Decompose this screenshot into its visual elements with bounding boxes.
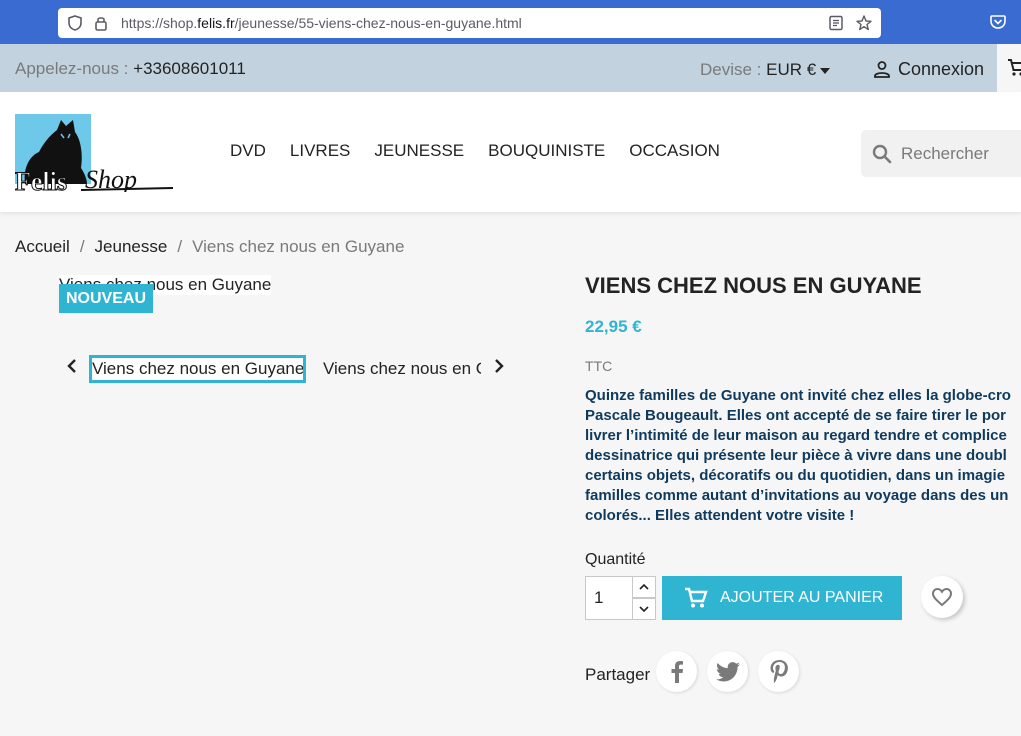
description-line: livrer l’intimité de leur maison au rega… [585, 427, 1007, 444]
breadcrumb-separator: / [177, 237, 183, 256]
chevron-up-icon [639, 583, 649, 590]
user-icon [874, 61, 890, 78]
product-description: Quinze familles de Guyane ont invité che… [585, 386, 1021, 528]
share-facebook-button[interactable] [656, 651, 697, 692]
quantity-decrease-button[interactable] [632, 598, 656, 620]
svg-text:Felis: Felis [15, 167, 67, 192]
share-label: Partager [585, 665, 651, 684]
share-pinterest-button[interactable] [758, 651, 799, 692]
breadcrumb-separator: / [79, 237, 85, 256]
currency-selector[interactable]: Devise : EUR € [700, 60, 831, 80]
pocket-icon[interactable] [989, 13, 1007, 31]
wishlist-button[interactable] [921, 576, 963, 618]
lock-icon[interactable] [92, 14, 110, 32]
search-placeholder: Rechercher [901, 144, 989, 163]
breadcrumb-current: Viens chez nous en Guyane [192, 237, 405, 256]
login-label: Connexion [898, 58, 985, 79]
description-line: dessinatrice qui présente leur pièce à v… [585, 447, 1007, 464]
caret-down-icon[interactable] [820, 67, 831, 74]
address-bar[interactable]: https://shop.felis.fr/jeunesse/55-viens-… [58, 8, 881, 38]
thumbnail[interactable]: Viens chez nous en Guyane [323, 359, 481, 381]
share-twitter-button[interactable] [707, 651, 748, 692]
description-line: colorés... Elles attendent votre visite … [585, 507, 855, 524]
description-line: Quinze familles de Guyane ont invité che… [585, 387, 1011, 404]
login-link[interactable]: Connexion [872, 57, 984, 81]
chevron-right-icon[interactable] [489, 356, 509, 376]
pinterest-icon [770, 659, 788, 683]
product-title: VIENS CHEZ NOUS EN GUYANE [585, 273, 922, 298]
facebook-icon [671, 660, 683, 683]
currency-value[interactable]: EUR € [766, 60, 816, 79]
contact-info: Appelez-nous : +33608601011 [15, 59, 246, 79]
felis-logo-image: Felis Shop [15, 114, 174, 197]
quantity-increase-button[interactable] [632, 576, 656, 598]
phone-number[interactable]: +33608601011 [133, 59, 246, 78]
menu-item-livres[interactable]: LIVRES [290, 141, 350, 161]
top-nav: Appelez-nous : +33608601011 Devise : EUR… [0, 44, 1021, 92]
menu-item-dvd[interactable]: DVD [230, 141, 266, 161]
menu-item-jeunesse[interactable]: JEUNESSE [374, 141, 464, 161]
cart-icon [1008, 59, 1021, 76]
twitter-icon [715, 661, 740, 681]
heart-icon [931, 587, 953, 607]
main-menu: DVD LIVRES JEUNESSE BOUQUINISTE OCCASION [230, 141, 744, 161]
quantity-input[interactable]: 1 [585, 576, 633, 620]
site-logo[interactable]: Felis Shop [15, 114, 175, 197]
search-input[interactable]: Rechercher [861, 130, 1021, 177]
cart-button[interactable] [997, 44, 1021, 92]
shield-icon[interactable] [66, 14, 84, 32]
thumbnail-carousel: Viens chez nous en Guyane Viens chez nou… [60, 352, 510, 384]
add-to-cart-button[interactable]: Ajouter au panier [662, 576, 902, 620]
menu-item-occasion[interactable]: OCCASION [629, 141, 720, 161]
quantity-label: Quantité [585, 551, 646, 568]
call-label: Appelez-nous : [15, 59, 129, 78]
breadcrumb-category[interactable]: Jeunesse [95, 237, 168, 257]
product-price: 22,95 € [585, 317, 642, 336]
description-line: familles comme autant d’invitations au v… [585, 487, 1009, 504]
svg-text:Shop: Shop [85, 165, 137, 192]
description-line: certains objets, décoratifs ou du quotid… [585, 467, 1006, 484]
add-to-cart-label: Ajouter au panier [720, 589, 884, 606]
reader-icon[interactable] [827, 14, 845, 32]
tax-label: TTC [585, 358, 613, 374]
star-icon[interactable] [855, 14, 873, 32]
breadcrumb: Accueil / Jeunesse / Viens chez nous en … [15, 237, 404, 257]
url-text[interactable]: https://shop.felis.fr/jeunesse/55-viens-… [121, 15, 522, 31]
description-line: Pascale Bougeault. Elles ont accepté de … [585, 407, 1006, 424]
chevron-down-icon [639, 606, 649, 613]
currency-label: Devise : [700, 60, 762, 79]
new-badge: NOUVEAU [59, 284, 154, 313]
menu-item-bouquiniste[interactable]: BOUQUINISTE [488, 141, 605, 161]
thumbnail-selected[interactable]: Viens chez nous en Guyane [89, 355, 306, 383]
cart-icon [685, 587, 708, 608]
search-icon[interactable] [871, 143, 893, 165]
breadcrumb-home[interactable]: Accueil [15, 237, 70, 257]
chevron-left-icon[interactable] [62, 356, 82, 376]
main-header: Felis Shop DVD LIVRES JEUNESSE BOUQUINIS… [0, 92, 1021, 212]
browser-toolbar: https://shop.felis.fr/jeunesse/55-viens-… [0, 0, 1021, 44]
